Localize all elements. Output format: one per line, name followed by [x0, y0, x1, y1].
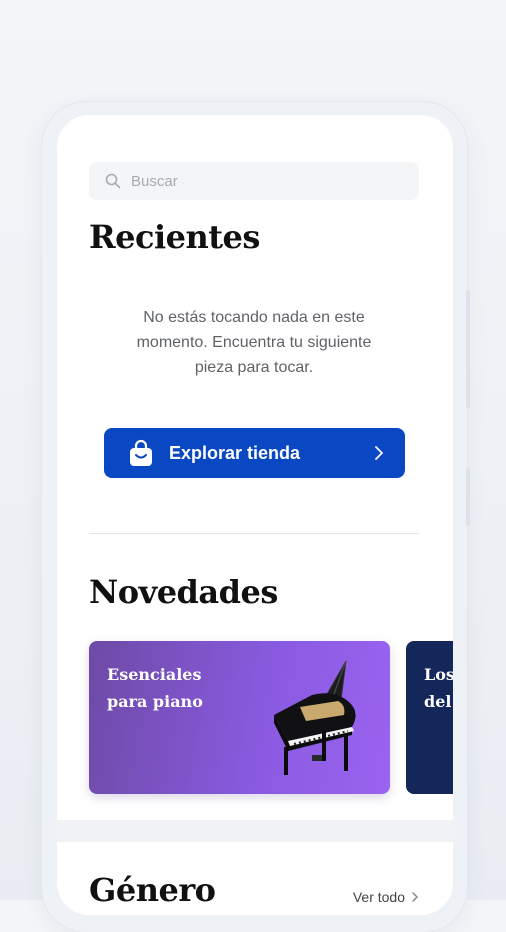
card-esenciales-piano[interactable]: Esenciales para piano	[89, 641, 390, 794]
power-button	[466, 468, 470, 526]
empty-state-message: No estás tocando nada en este momento. E…	[136, 309, 372, 376]
search-placeholder: Buscar	[131, 172, 178, 190]
card-partial[interactable]: Los del	[406, 641, 453, 794]
volume-button	[466, 290, 470, 408]
section-separator	[57, 820, 453, 842]
phone-frame: Buscar Recientes No estás tocando nada e…	[42, 102, 470, 932]
grand-piano-image	[274, 660, 356, 775]
chevron-right-icon	[375, 446, 383, 460]
search-input[interactable]: Buscar	[89, 162, 419, 200]
chevron-right-icon	[412, 892, 419, 902]
recientes-title: Recientes	[89, 218, 260, 256]
explore-store-label: Explorar tienda	[169, 442, 301, 463]
search-icon	[105, 173, 121, 189]
section-divider	[89, 533, 419, 534]
card-title: Los del	[424, 665, 453, 711]
card-title: Esenciales para piano	[107, 665, 203, 711]
see-all-link[interactable]: Ver todo	[353, 889, 419, 905]
app-screen: Buscar Recientes No estás tocando nada e…	[57, 115, 453, 915]
shopping-bag-icon	[130, 439, 152, 466]
genero-title: Género	[89, 871, 216, 909]
see-all-label: Ver todo	[352, 889, 405, 905]
explore-store-button[interactable]: Explorar tienda	[104, 428, 405, 478]
novedades-title: Novedades	[89, 573, 278, 611]
